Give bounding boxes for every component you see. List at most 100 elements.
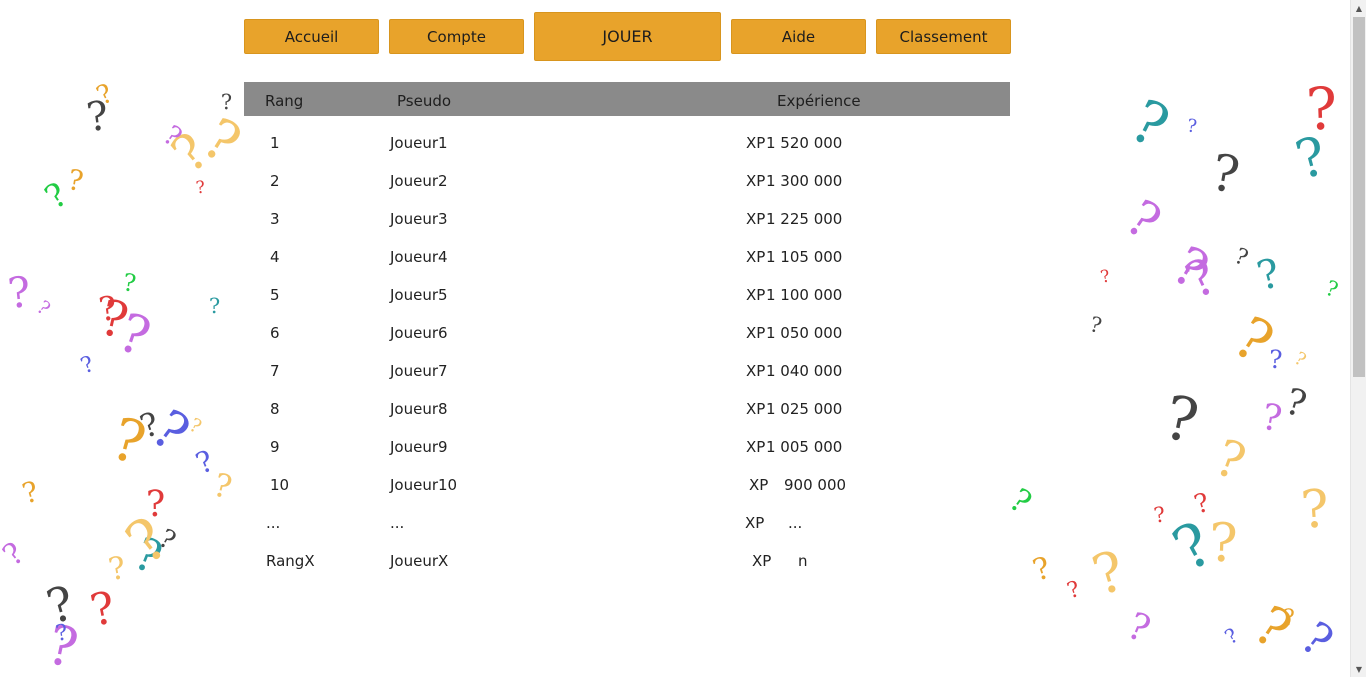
table-row: 10 Joueur10 XP 900 000 xyxy=(244,458,1010,496)
rank-cell: 10 xyxy=(270,476,290,494)
pseudo-cell: Joueur2 xyxy=(390,172,448,190)
rank-cell: 9 xyxy=(270,438,280,456)
xp-value-cell: 1 105 000 xyxy=(766,248,843,266)
question-mark-icon: ? xyxy=(32,296,55,320)
question-mark-icon: ? xyxy=(1087,312,1105,339)
question-mark-icon: ? xyxy=(1220,622,1243,650)
xp-value-cell: 900 000 xyxy=(784,476,847,494)
pseudo-cell: Joueur4 xyxy=(390,248,448,266)
table-row: 3 Joueur3 XP 1 225 000 xyxy=(244,192,1010,230)
question-mark-icon: ? xyxy=(1085,538,1133,608)
question-mark-icon: ? xyxy=(1304,75,1339,144)
question-mark-icon: ? xyxy=(220,89,233,115)
question-mark-icon: ? xyxy=(0,535,31,574)
rank-cell: 7 xyxy=(270,362,280,380)
xp-value-cell: n xyxy=(798,552,808,570)
pseudo-cell: JoueurX xyxy=(390,552,449,570)
xp-value-cell: 1 520 000 xyxy=(766,134,843,152)
rank-cell: 6 xyxy=(270,324,280,342)
pseudo-cell: Joueur6 xyxy=(390,324,448,342)
table-row: 1 Joueur1 XP 1 520 000 xyxy=(244,116,1010,154)
question-mark-icon: ? xyxy=(1010,480,1039,522)
question-mark-icon: ? xyxy=(1291,611,1343,668)
question-mark-icon: ? xyxy=(1283,606,1295,631)
pseudo-cell: Joueur9 xyxy=(390,438,448,456)
question-mark-icon: ? xyxy=(1028,550,1055,589)
table-row: 4 Joueur4 XP 1 105 000 xyxy=(244,230,1010,268)
header-experience: Expérience xyxy=(777,92,861,110)
xp-label-cell: XP xyxy=(746,134,766,152)
rank-cell: 3 xyxy=(270,210,280,228)
xp-label-cell: XP xyxy=(746,362,766,380)
question-mark-icon: ? xyxy=(1121,603,1157,652)
rank-cell: 5 xyxy=(270,286,280,304)
nav-button-classement[interactable]: Classement xyxy=(876,19,1011,54)
question-mark-icon: ? xyxy=(1158,382,1205,458)
question-mark-icon: ? xyxy=(1268,344,1283,375)
xp-label-cell: XP xyxy=(746,172,766,190)
vertical-scrollbar[interactable]: ▲ ▼ xyxy=(1350,0,1366,677)
question-mark-icon: ? xyxy=(104,404,153,478)
scrollbar-thumb[interactable] xyxy=(1353,17,1365,377)
pseudo-cell: Joueur10 xyxy=(390,476,458,494)
nav-button-jouer[interactable]: JOUER xyxy=(534,12,721,61)
question-mark-icon: ? xyxy=(1322,275,1342,303)
question-mark-icon: ? xyxy=(105,549,129,589)
question-mark-icon: ? xyxy=(1252,250,1286,300)
question-mark-icon: ? xyxy=(77,351,98,380)
pseudo-cell: Joueur3 xyxy=(390,210,448,228)
xp-label-cell: XP xyxy=(746,400,766,418)
xp-value-cell: 1 025 000 xyxy=(766,400,843,418)
rank-cell: 8 xyxy=(270,400,280,418)
question-mark-icon: ? xyxy=(208,293,221,319)
header-rank: Rang xyxy=(265,92,304,110)
nav-button-compte[interactable]: Compte xyxy=(389,19,524,54)
xp-label-cell: XP xyxy=(746,248,766,266)
rank-cell: 4 xyxy=(270,248,280,266)
xp-value-cell: 1 005 000 xyxy=(766,438,843,456)
xp-value-cell: 1 100 000 xyxy=(766,286,843,304)
question-mark-icon: ? xyxy=(1115,188,1172,252)
question-mark-icon: ? xyxy=(1290,348,1310,372)
xp-label-cell: XP xyxy=(746,438,766,456)
top-navigation: Accueil Compte JOUER Aide Classement xyxy=(0,0,1350,75)
question-mark-icon: ? xyxy=(18,474,43,511)
nav-button-aide[interactable]: Aide xyxy=(731,19,866,54)
xp-label-cell: XP xyxy=(746,210,766,228)
xp-label-cell: XP xyxy=(746,324,766,342)
question-mark-icon: ? xyxy=(1185,115,1199,138)
pseudo-cell: Joueur5 xyxy=(390,286,448,304)
question-mark-icon: ? xyxy=(1280,381,1311,426)
question-mark-icon: ? xyxy=(1207,143,1244,205)
header-pseudo: Pseudo xyxy=(397,92,452,110)
xp-value-cell: 1 040 000 xyxy=(766,362,843,380)
rank-cell: 1 xyxy=(270,134,280,152)
question-mark-icon: ? xyxy=(1207,428,1253,492)
question-mark-icon: ? xyxy=(86,582,120,637)
xp-value-cell: 1 300 000 xyxy=(766,172,843,190)
table-row: RangX JoueurX XP n xyxy=(244,534,1010,572)
pseudo-cell: Joueur7 xyxy=(390,362,448,380)
scroll-down-arrow-icon[interactable]: ▼ xyxy=(1351,661,1366,677)
table-body: 1 Joueur1 XP 1 520 000 2 Joueur2 XP 1 300 000 3 J… xyxy=(244,116,1010,572)
table-row: 2 Joueur2 XP 1 300 000 xyxy=(244,154,1010,192)
question-mark-icon: ? xyxy=(190,443,219,481)
rank-cell: 2 xyxy=(270,172,280,190)
table-header: Rang Pseudo Expérience xyxy=(244,82,1010,116)
table-row: 7 Joueur7 XP 1 040 000 xyxy=(244,344,1010,382)
question-mark-background-left: ?????????????????????????????????? xyxy=(0,75,244,677)
pseudo-cell: ... xyxy=(390,514,405,532)
question-mark-icon: ? xyxy=(1098,266,1113,288)
question-mark-icon: ? xyxy=(1230,243,1252,272)
rank-cell: ... xyxy=(266,514,281,532)
ranking-table: Rang Pseudo Expérience 1 Joueur1 XP 1 520 0… xyxy=(244,82,1010,677)
xp-value-cell: 1 225 000 xyxy=(766,210,843,228)
question-mark-icon: ? xyxy=(1298,479,1331,541)
table-row: ...... XP... xyxy=(244,496,1010,534)
scroll-up-arrow-icon[interactable]: ▲ xyxy=(1351,0,1366,16)
xp-label-cell: XP xyxy=(749,476,769,494)
nav-button-accueil[interactable]: Accueil xyxy=(244,19,379,54)
table-row: 8 Joueur8 XP 1 025 000 xyxy=(244,382,1010,420)
table-row: 9 Joueur9 XP 1 005 000 xyxy=(244,420,1010,458)
question-mark-icon: ? xyxy=(5,266,33,319)
